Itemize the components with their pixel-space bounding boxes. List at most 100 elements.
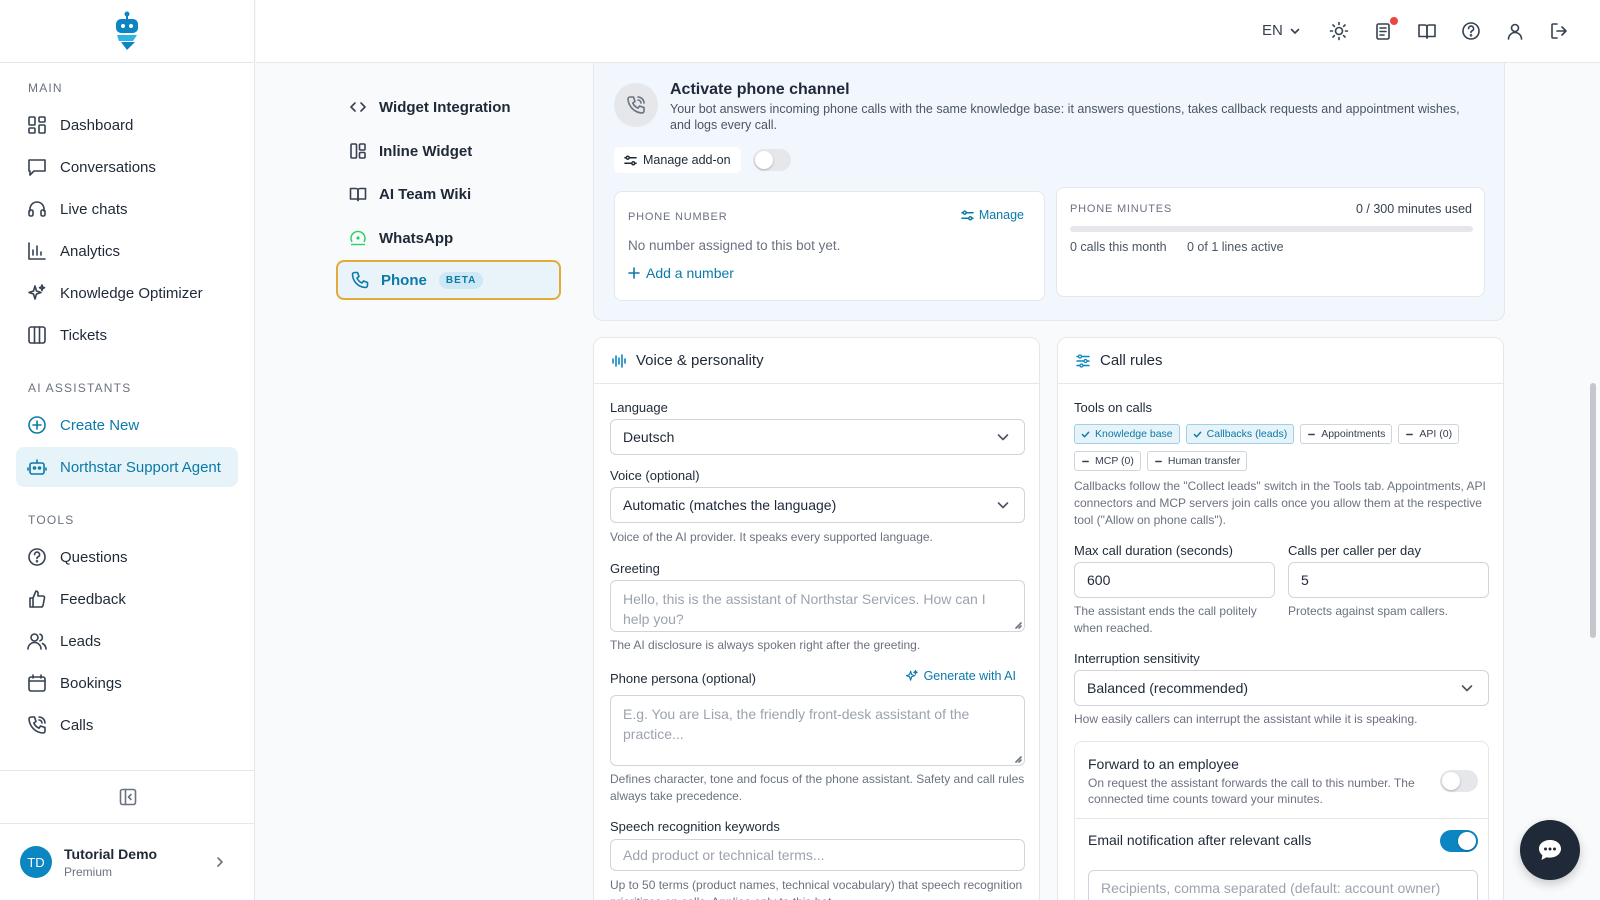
addon-toggle[interactable] [753,149,791,171]
interruption-label: Interruption sensitivity [1074,651,1200,666]
user-menu[interactable]: TD Tutorial Demo Premium [0,824,255,900]
greeting-textarea[interactable]: Hello, this is the assistant of Northsta… [610,580,1025,632]
chip-api[interactable]: API (0) [1398,424,1460,444]
chip-label: MCP (0) [1095,455,1134,467]
lines-active: 0 of 1 lines active [1187,240,1284,254]
sidebar-item-tickets[interactable]: Tickets [16,315,238,355]
language-selector[interactable]: EN [1262,22,1301,39]
logo[interactable] [0,0,254,63]
phone-channel-avatar [614,83,658,127]
manage-addon-button[interactable]: Manage add-on [614,147,741,173]
layout-icon [350,143,366,159]
phone-number-label: PHONE NUMBER [628,211,728,223]
book-open-icon[interactable] [1417,21,1437,41]
greeting-label: Greeting [610,561,660,576]
sidebar-item-dashboard[interactable]: Dashboard [16,105,238,145]
voice-hint: Voice of the AI provider. It speaks ever… [610,530,933,544]
chat-launcher-button[interactable] [1520,820,1580,880]
sparkles-icon [905,669,918,681]
manage-addon-label: Manage add-on [643,153,731,167]
manage-number-label: Manage [978,208,1024,222]
chip-mcp[interactable]: MCP (0) [1074,451,1141,471]
rules-card-header: Call rules [1058,338,1503,384]
logout-icon[interactable] [1549,21,1569,41]
email-notification-toggle[interactable] [1440,830,1478,852]
voice-personality-card: Voice & personality Language Deutsch Voi… [593,337,1040,900]
create-new-button[interactable]: Create New [16,405,238,445]
generate-with-ai-button[interactable]: Generate with AI [905,669,1016,683]
sidebar-item-label: Bookings [60,674,122,692]
chip-label: API (0) [1419,428,1453,440]
scrollbar[interactable] [1590,383,1596,638]
chip-label: Knowledge base [1095,428,1173,440]
chip-appointments[interactable]: Appointments [1300,424,1393,444]
subnav-widget-integration[interactable]: Widget Integration [336,87,561,127]
sidebar-item-live-chats[interactable]: Live chats [16,189,238,229]
chip-knowledge-base[interactable]: Knowledge base [1074,424,1180,444]
user-icon[interactable] [1505,21,1525,41]
sidebar-item-calls[interactable]: Calls [16,705,238,745]
max-duration-label: Max call duration (seconds) [1074,543,1233,558]
forward-toggle[interactable] [1440,770,1478,792]
sidebar-item-analytics[interactable]: Analytics [16,231,238,271]
tools-chip-list: Knowledge base Callbacks (leads) Appoint… [1074,424,1494,478]
subnav-whatsapp[interactable]: WhatsApp [336,218,561,258]
subnav-inline-widget[interactable]: Inline Widget [336,131,561,171]
sidebar-item-conversations[interactable]: Conversations [16,147,238,187]
per-caller-input[interactable]: 5 [1288,562,1489,598]
notification-dot [1390,17,1398,25]
settings-list-icon [1076,353,1090,368]
per-caller-label: Calls per caller per day [1288,543,1421,558]
resize-handle-icon[interactable] [1014,755,1022,763]
keywords-placeholder: Add product or technical terms... [623,847,825,863]
collapse-sidebar-button[interactable] [0,770,255,824]
chip-label: Appointments [1321,428,1386,440]
sidebar-item-questions[interactable]: Questions [16,537,238,577]
sidebar-item-feedback[interactable]: Feedback [16,579,238,619]
sidebar-item-leads[interactable]: Leads [16,621,238,661]
calls-this-month: 0 calls this month [1070,240,1167,254]
chip-callbacks[interactable]: Callbacks (leads) [1185,424,1295,444]
add-number-label: Add a number [646,265,734,281]
keywords-input[interactable]: Add product or technical terms... [610,839,1025,871]
subnav-ai-team-wiki[interactable]: AI Team Wiki [336,174,561,214]
interruption-value: Balanced (recommended) [1087,680,1249,696]
help-icon[interactable] [1461,21,1481,41]
phone-icon [627,96,645,114]
thumbs-up-icon [29,590,46,608]
activate-description: Your bot answers incoming phone calls wi… [670,102,1460,132]
chat-bubble-icon [1539,840,1561,860]
sidebar-item-knowledge-optimizer[interactable]: Knowledge Optimizer [16,273,238,313]
active-assistant-label: Northstar Support Agent [60,458,221,476]
recipients-placeholder: Recipients, comma separated (default: ac… [1101,880,1441,896]
sidebar-item-bookings[interactable]: Bookings [16,663,238,703]
language-select[interactable]: Deutsch [610,419,1025,455]
chip-human-transfer[interactable]: Human transfer [1146,451,1248,471]
chip-label: Human transfer [1167,455,1241,467]
add-number-button[interactable]: Add a number [628,265,734,281]
subnav-label: WhatsApp [379,229,454,247]
subnav-phone[interactable]: Phone BETA [336,260,561,300]
persona-label: Phone persona (optional) [610,671,756,686]
voice-card-header: Voice & personality [594,338,1039,384]
max-duration-input[interactable]: 600 [1074,562,1275,598]
beta-badge: BETA [438,271,484,289]
language-label: EN [1262,22,1283,39]
interruption-select[interactable]: Balanced (recommended) [1074,670,1489,706]
sidebar-item-active-assistant[interactable]: Northstar Support Agent [16,447,238,487]
voice-select[interactable]: Automatic (matches the language) [610,487,1025,523]
users-icon [27,633,47,650]
sidebar-item-label: Dashboard [60,116,134,134]
language-label: Language [610,400,668,415]
tools-hint: Callbacks follow the "Collect leads" swi… [1074,479,1486,527]
changelog-icon[interactable] [1373,21,1393,41]
manage-number-link[interactable]: Manage [960,208,1024,222]
resize-handle-icon[interactable] [1014,621,1022,629]
persona-textarea[interactable]: E.g. You are Lisa, the friendly front-de… [610,695,1025,766]
divider [1075,818,1488,819]
phone-minutes-box: PHONE MINUTES 0 / 300 minutes used 0 cal… [1056,187,1485,297]
tools-on-calls-label: Tools on calls [1074,400,1153,415]
phone-minutes-label: PHONE MINUTES [1070,203,1173,215]
recipients-input[interactable]: Recipients, comma separated (default: ac… [1088,870,1478,900]
sun-icon[interactable] [1329,21,1349,41]
